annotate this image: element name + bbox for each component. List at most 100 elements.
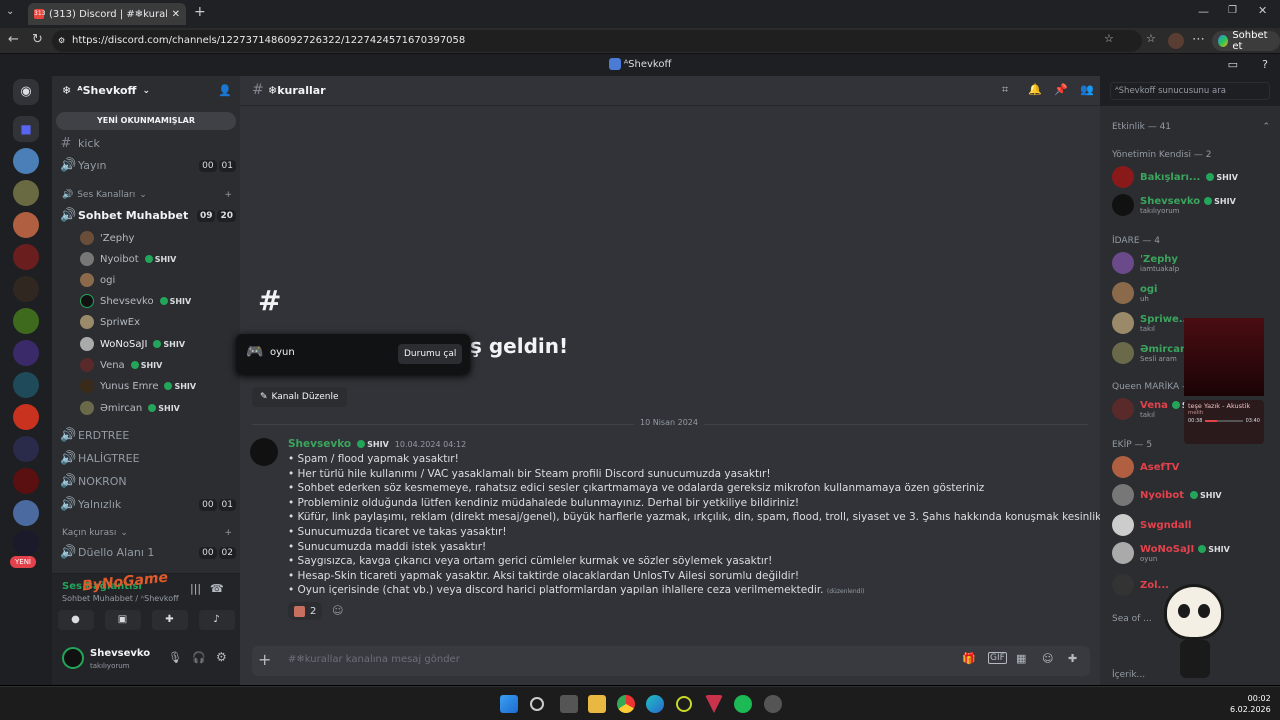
add-channel-icon[interactable]: + bbox=[224, 528, 232, 538]
voice-user[interactable]: Nyoibot SHIV bbox=[80, 252, 230, 266]
voice-user[interactable]: WoNoSaJI SHIV bbox=[80, 337, 230, 351]
channel-erdtree[interactable]: 🔊 ERDTREE bbox=[60, 428, 236, 443]
close-window-button[interactable]: ✕ bbox=[1258, 4, 1267, 17]
server-icon-12[interactable] bbox=[13, 500, 39, 526]
channel-yalnizlik[interactable]: 🔊 Yalnızlık 00 01 bbox=[60, 497, 236, 512]
folder-icon[interactable]: ■ bbox=[13, 116, 39, 142]
screen-share-icon[interactable]: ▣ bbox=[104, 610, 141, 630]
voice-user[interactable]: 'Zephy bbox=[80, 231, 230, 245]
noise-icon[interactable]: ||| bbox=[190, 582, 201, 595]
avatar[interactable] bbox=[250, 438, 278, 466]
avatar[interactable] bbox=[62, 647, 84, 669]
tab-close-icon[interactable]: ✕ bbox=[172, 9, 180, 20]
channel-sohbet-muhabbet[interactable]: 🔊 Sohbet Muhabbet 09 20 bbox=[60, 208, 236, 223]
browser-tab[interactable]: 313 (313) Discord | #❄kurallar | ❄S ✕ bbox=[28, 3, 186, 25]
message-composer[interactable]: + #❄kurallar kanalına mesaj gönder 🎁 GIF… bbox=[252, 646, 1090, 676]
reaction-chip[interactable]: 2 bbox=[288, 602, 323, 620]
spotify-icon[interactable] bbox=[734, 695, 752, 713]
apps-icon[interactable]: ✚ bbox=[1068, 652, 1077, 665]
channel-duello[interactable]: 🔊 Düello Alanı 1 00 02 bbox=[60, 545, 236, 560]
server-icon-10[interactable] bbox=[13, 436, 39, 462]
chrome-icon[interactable] bbox=[617, 695, 635, 713]
discord-home-icon[interactable]: ◉ bbox=[13, 79, 39, 105]
voice-user[interactable]: Əmircan SHIV bbox=[80, 401, 230, 415]
edge-icon[interactable] bbox=[646, 695, 664, 713]
search-icon[interactable] bbox=[530, 697, 544, 711]
server-icon-7[interactable] bbox=[13, 340, 39, 366]
discord-taskbar-icon[interactable] bbox=[764, 695, 782, 713]
tab-list-chevron-icon[interactable]: ⌄ bbox=[6, 6, 14, 17]
voice-user[interactable]: Yunus Emre SHIV bbox=[80, 379, 230, 393]
url-input[interactable]: ⚙ https://discord.com/channels/122737148… bbox=[52, 30, 1142, 52]
favorites-icon[interactable]: ☆ bbox=[1146, 32, 1156, 45]
pin-icon[interactable]: 📌 bbox=[1054, 83, 1068, 96]
new-tab-button[interactable]: + bbox=[194, 4, 206, 20]
member-item[interactable]: AsefTV bbox=[1112, 456, 1272, 478]
notification-bell-icon[interactable]: 🔔 bbox=[1028, 83, 1042, 96]
voice-user[interactable]: ogi bbox=[80, 273, 230, 287]
help-icon[interactable]: ? bbox=[1262, 54, 1268, 76]
add-channel-icon[interactable]: + bbox=[224, 190, 232, 200]
app-icon[interactable] bbox=[676, 696, 692, 712]
message-author[interactable]: Shevsevko bbox=[288, 438, 351, 450]
windows-start-icon[interactable] bbox=[500, 695, 518, 713]
escape-category[interactable]: Kaçın kurası ⌄ + bbox=[62, 528, 232, 538]
valorant-icon[interactable] bbox=[705, 695, 723, 713]
channel-haligtree[interactable]: 🔊 HALİGTREE bbox=[60, 451, 236, 466]
server-icon-6[interactable] bbox=[13, 308, 39, 334]
play-status-button[interactable]: Durumu çal bbox=[398, 344, 463, 364]
activity-header[interactable]: Etkinlik — 41 ⌃ bbox=[1112, 122, 1270, 132]
invite-people-icon[interactable]: 👤 bbox=[218, 84, 232, 97]
more-menu-icon[interactable]: ⋯ bbox=[1192, 32, 1205, 47]
voice-user[interactable]: Vena SHIV bbox=[80, 358, 230, 372]
add-reaction-icon[interactable]: ☺ bbox=[332, 604, 343, 617]
server-icon-11[interactable] bbox=[13, 468, 39, 494]
camera-icon[interactable]: ● bbox=[57, 610, 94, 630]
member-item[interactable]: WoNoSaJI SHIV oyun bbox=[1112, 542, 1272, 564]
member-item[interactable]: Bakışları... SHIV bbox=[1112, 166, 1272, 188]
threads-icon[interactable]: ⌗ bbox=[1002, 83, 1008, 97]
server-icon-13[interactable] bbox=[13, 530, 39, 556]
profile-avatar[interactable] bbox=[1168, 33, 1184, 49]
attach-plus-icon[interactable]: + bbox=[258, 650, 271, 669]
gift-icon[interactable]: 🎁 bbox=[962, 652, 976, 665]
server-icon-4[interactable] bbox=[13, 244, 39, 270]
site-info-icon[interactable]: ⚙ bbox=[58, 30, 65, 52]
server-icon-1[interactable] bbox=[13, 148, 39, 174]
member-item[interactable]: Swgndall bbox=[1112, 514, 1272, 536]
copilot-chat-button[interactable]: Sohbet et bbox=[1212, 30, 1280, 52]
minimize-button[interactable]: — bbox=[1198, 5, 1209, 18]
member-item[interactable]: 'Zephy iamtuakalp bbox=[1112, 252, 1272, 274]
back-arrow-icon[interactable]: ← bbox=[8, 32, 19, 47]
member-list-icon[interactable]: 👥 bbox=[1080, 83, 1094, 96]
file-explorer-icon[interactable] bbox=[588, 695, 606, 713]
edit-channel-button[interactable]: ✎ Kanalı Düzenle bbox=[252, 387, 347, 407]
inbox-icon[interactable]: ▭ bbox=[1228, 54, 1238, 76]
server-header[interactable]: ❄ ᴬShevkoff ⌄ 👤 bbox=[62, 84, 232, 97]
restore-button[interactable]: ❐ bbox=[1228, 5, 1237, 16]
member-item[interactable]: Nyoibot SHIV bbox=[1112, 484, 1272, 506]
server-search-input[interactable]: ᴬShevkoff sunucusunu ara bbox=[1110, 82, 1270, 100]
server-icon-2[interactable] bbox=[13, 180, 39, 206]
settings-gear-icon[interactable]: ⚙ bbox=[216, 650, 227, 664]
server-icon-9[interactable] bbox=[13, 404, 39, 430]
voice-user[interactable]: Shevsevko SHIV bbox=[80, 294, 230, 308]
sticker-icon[interactable]: ▦ bbox=[1016, 652, 1026, 665]
disconnect-icon[interactable]: ☎ bbox=[210, 582, 224, 595]
voice-user[interactable]: SpriwEx bbox=[80, 315, 230, 329]
member-item[interactable]: Shevsevko SHIV takılıyorum bbox=[1112, 194, 1272, 216]
activities-icon[interactable]: ✚ bbox=[151, 610, 188, 630]
soundboard-icon[interactable]: ♪ bbox=[198, 610, 235, 630]
channel-kick[interactable]: # kick bbox=[60, 136, 236, 151]
microphone-icon[interactable]: 🎙 bbox=[168, 651, 182, 664]
gif-icon[interactable]: GIF bbox=[988, 652, 1007, 664]
progress-bar[interactable] bbox=[1205, 420, 1243, 422]
server-icon-5[interactable] bbox=[13, 276, 39, 302]
reload-icon[interactable]: ↻ bbox=[32, 32, 43, 47]
headphones-icon[interactable]: 🎧 bbox=[192, 651, 206, 664]
server-icon-3[interactable] bbox=[13, 212, 39, 238]
channel-nokron[interactable]: 🔊 NOKRON bbox=[60, 474, 236, 489]
voice-category[interactable]: 🔊 Ses Kanalları ⌄ + bbox=[62, 190, 232, 200]
system-clock[interactable]: 00:02 6.02.2026 bbox=[1230, 693, 1271, 715]
task-view-icon[interactable] bbox=[560, 695, 578, 713]
